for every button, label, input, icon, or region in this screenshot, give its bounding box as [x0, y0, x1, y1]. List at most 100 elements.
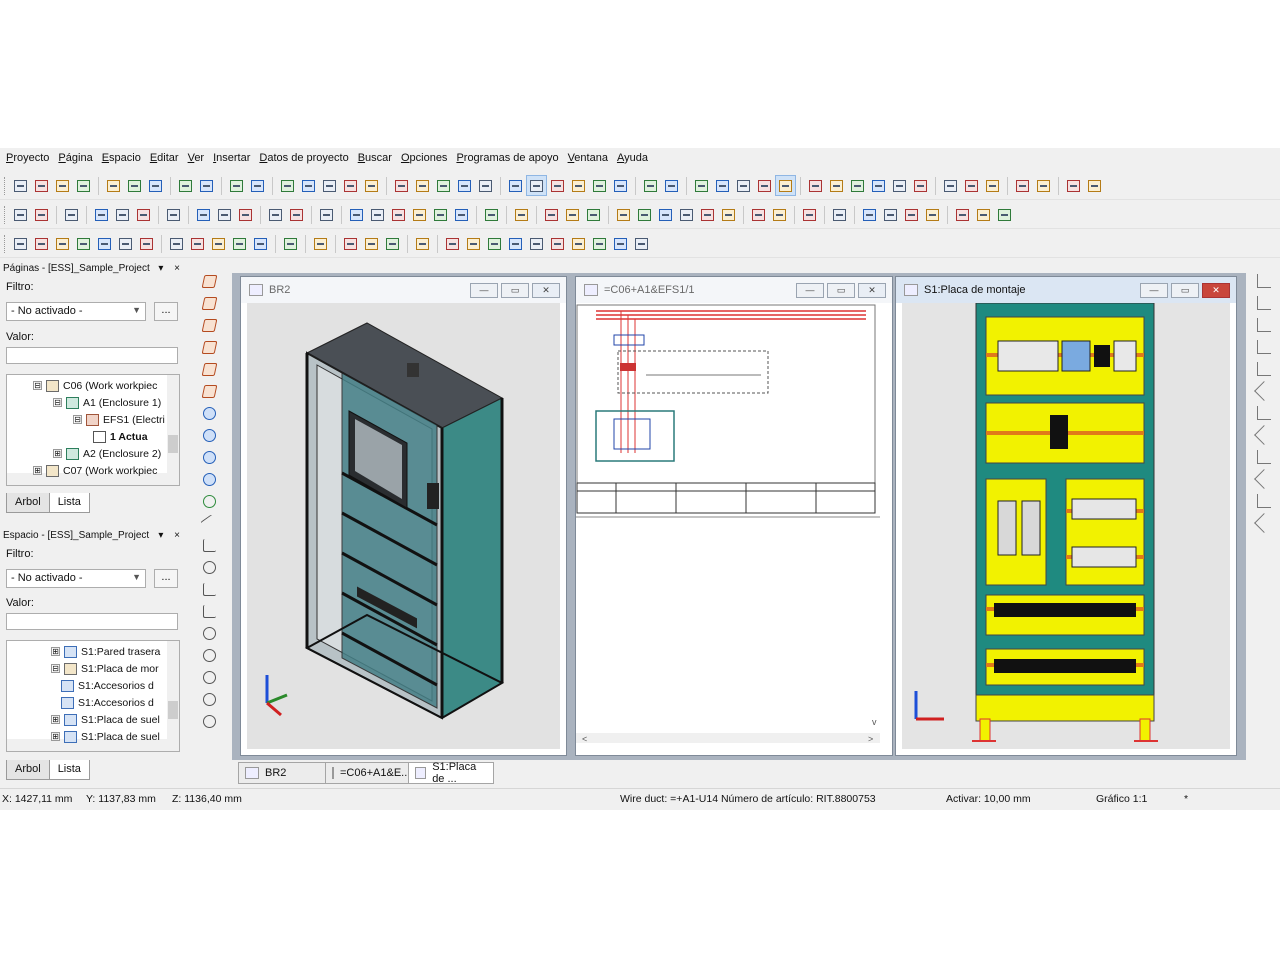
collapse-icon[interactable]: ⊟ [33, 381, 42, 390]
toolbar-tool-icon[interactable] [146, 176, 165, 195]
vertical-tool-icon[interactable] [200, 492, 218, 510]
collapse-icon[interactable]: ⊟ [51, 664, 60, 673]
toolbar-tool-icon[interactable] [299, 176, 318, 195]
vertical-tool-icon[interactable] [200, 360, 218, 378]
3d-canvas[interactable] [247, 303, 560, 749]
vertical-tool-icon[interactable] [200, 382, 218, 400]
vertical-tool-icon[interactable] [200, 558, 218, 576]
toolbar-tool-icon[interactable] [92, 205, 111, 224]
dimension-tool-icon[interactable] [1254, 469, 1274, 489]
toolbar-tool-icon[interactable] [632, 234, 651, 253]
toolbar-tool-icon[interactable] [383, 234, 402, 253]
scroll-thumb[interactable] [168, 435, 178, 453]
dimension-tool-icon[interactable] [1257, 340, 1271, 354]
maximize-button[interactable]: ▭ [1171, 283, 1199, 298]
toolbar-tool-icon[interactable] [32, 176, 51, 195]
window-3d-titlebar[interactable]: BR2 — ▭ ✕ [241, 277, 566, 303]
collapse-icon[interactable]: ⊟ [73, 415, 82, 424]
menu-item-8[interactable]: Opciones [401, 152, 447, 164]
toolbar-tool-icon[interactable] [104, 176, 123, 195]
toolbar-tool-icon[interactable] [848, 176, 867, 195]
toolbar-grip[interactable] [4, 205, 7, 224]
toolbar-tool-icon[interactable] [953, 205, 972, 224]
toolbar-tool-icon[interactable] [368, 205, 387, 224]
toolbar-tool-icon[interactable] [362, 234, 381, 253]
window-mounting-plate[interactable]: S1:Placa de montaje — ▭ ✕ [895, 276, 1237, 756]
toolbar-tool-icon[interactable] [11, 176, 30, 195]
toolbar-tool-icon[interactable] [800, 205, 819, 224]
toolbar-tool-icon[interactable] [32, 205, 51, 224]
expand-icon[interactable]: ⊞ [51, 647, 60, 656]
menu-item-10[interactable]: Ventana [568, 152, 608, 164]
toolbar-tool-icon[interactable] [53, 234, 72, 253]
dimension-tool-icon[interactable] [1257, 406, 1271, 420]
dimension-tool-icon[interactable] [1254, 425, 1274, 445]
toolbar-tool-icon[interactable] [266, 205, 285, 224]
pages-filter-dropdown[interactable]: - No activado - ▼ [6, 302, 146, 321]
toolbar-tool-icon[interactable] [311, 234, 330, 253]
vertical-tool-icon[interactable] [200, 602, 218, 620]
vertical-tool-icon[interactable] [200, 712, 218, 730]
toolbar-tool-icon[interactable] [251, 234, 270, 253]
tree-item[interactable]: ⊞ A2 (Enclosure 2) [53, 445, 161, 462]
maximize-button[interactable]: ▭ [827, 283, 855, 298]
tab-arbol[interactable]: Arbol [6, 760, 50, 780]
toolbar-tool-icon[interactable] [227, 176, 246, 195]
toolbar-tool-icon[interactable] [1064, 176, 1083, 195]
toolbar-tool-icon[interactable] [431, 205, 450, 224]
toolbar-tool-icon[interactable] [590, 176, 609, 195]
tree-item[interactable]: ⊞ C07 (Work workpiec [33, 462, 157, 479]
space-panel-controls[interactable]: ▾ × [158, 530, 184, 541]
toolbar-tool-icon[interactable] [911, 176, 930, 195]
menu-item-6[interactable]: Datos de proyecto [259, 152, 348, 164]
tab-arbol[interactable]: Arbol [6, 493, 50, 513]
expand-icon[interactable]: ⊞ [51, 715, 60, 724]
toolbar-tool-icon[interactable] [542, 205, 561, 224]
plate-canvas[interactable] [902, 303, 1230, 749]
toolbar-tool-icon[interactable] [464, 234, 483, 253]
toolbar-tool-icon[interactable] [413, 176, 432, 195]
menu-item-7[interactable]: Buscar [358, 152, 392, 164]
vertical-tool-icon[interactable] [200, 404, 218, 422]
toolbar-tool-icon[interactable] [167, 234, 186, 253]
menu-item-5[interactable]: Insertar [213, 152, 250, 164]
toolbar-tool-icon[interactable] [713, 176, 732, 195]
toolbar-grip[interactable] [4, 176, 7, 195]
tree-item[interactable]: ⊟ A1 (Enclosure 1) [53, 394, 161, 411]
window-3d-view[interactable]: BR2 — ▭ ✕ [240, 276, 567, 756]
tree-item[interactable]: ⊞ S1:Placa de suel [51, 728, 160, 745]
toolbar-tool-icon[interactable] [548, 176, 567, 195]
toolbar-tool-icon[interactable] [881, 205, 900, 224]
toolbar-tool-icon[interactable] [962, 176, 981, 195]
toolbar-tool-icon[interactable] [526, 175, 547, 196]
tree-item[interactable]: S1:Accesorios d [61, 694, 154, 711]
toolbar-tool-icon[interactable] [188, 234, 207, 253]
toolbar-tool-icon[interactable] [209, 234, 228, 253]
toolbar-tool-icon[interactable] [548, 234, 567, 253]
pages-tree[interactable]: ⊟ C06 (Work workpiec ⊟ A1 (Enclosure 1) ⊟ EFS… [6, 374, 180, 486]
vertical-tool-icon[interactable] [200, 536, 218, 554]
toolbar-tool-icon[interactable] [806, 176, 825, 195]
toolbar-tool-icon[interactable] [137, 234, 156, 253]
toolbar-tool-icon[interactable] [584, 205, 603, 224]
menu-item-3[interactable]: Editar [150, 152, 179, 164]
vertical-tool-icon[interactable] [200, 646, 218, 664]
vertical-tool-icon[interactable] [200, 624, 218, 642]
toolbar-tool-icon[interactable] [116, 234, 135, 253]
toolbar-tool-icon[interactable] [698, 205, 717, 224]
toolbar-tool-icon[interactable] [506, 234, 525, 253]
toolbar-tool-icon[interactable] [164, 205, 183, 224]
toolbar-tool-icon[interactable] [53, 176, 72, 195]
toolbar-tool-icon[interactable] [983, 176, 1002, 195]
document-tab[interactable]: BR2 [238, 762, 326, 784]
toolbar-tool-icon[interactable] [452, 205, 471, 224]
menu-item-0[interactable]: Proyecto [6, 152, 49, 164]
toolbar-tool-icon[interactable] [563, 205, 582, 224]
expand-icon[interactable]: ⊞ [33, 466, 42, 475]
toolbar-tool-icon[interactable] [611, 176, 630, 195]
toolbar-tool-icon[interactable] [1034, 176, 1053, 195]
menu-item-1[interactable]: Página [58, 152, 92, 164]
toolbar-tool-icon[interactable] [923, 205, 942, 224]
toolbar-tool-icon[interactable] [434, 176, 453, 195]
toolbar-tool-icon[interactable] [941, 176, 960, 195]
